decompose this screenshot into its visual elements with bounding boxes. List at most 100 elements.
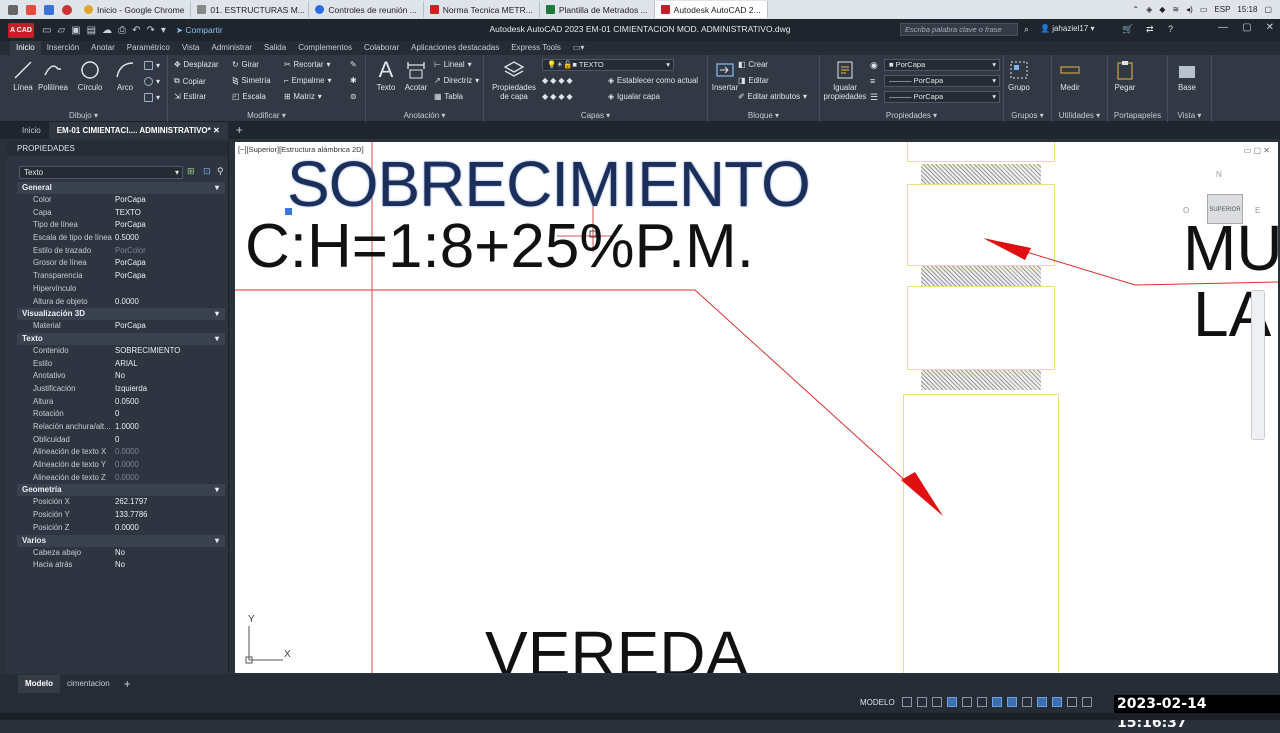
dropbox-icon[interactable]: ◆ [1159,5,1165,14]
volume-icon[interactable]: ◂) [1186,5,1193,14]
estirar-button[interactable]: ⇲ Estirar [174,92,206,101]
tab-vista[interactable]: Vista [176,41,206,55]
apple-icon[interactable] [8,4,18,15]
property-row[interactable]: Hipervínculo [17,283,225,296]
notifications-icon[interactable]: ▢ [1264,5,1272,14]
new-file-icon[interactable]: ▭ [42,25,51,36]
grupo-button[interactable]: Grupo [1006,59,1032,92]
tab-anotar[interactable]: Anotar [85,41,121,55]
panel-propiedades-title[interactable]: Propiedades ▾ [820,111,1003,120]
property-value[interactable]: PorCapa [115,320,225,333]
layer-dropdown[interactable]: 💡☀🔓■ TEXTO ▾ [542,59,674,71]
lineweight-status-icon[interactable] [1037,697,1047,707]
drawing-canvas[interactable]: [−][Superior][Estructura alámbrica 2D] ▭… [235,142,1278,673]
property-section-header[interactable]: Visualización 3D [17,308,225,321]
property-value[interactable]: 0.0000 [115,446,225,459]
cart-icon[interactable]: 🛒 [1122,24,1133,35]
cad-text-vereda[interactable]: VEREDA [485,622,748,673]
tab-complementos[interactable]: Complementos [292,41,358,55]
panel-vista-title[interactable]: Vista ▾ [1168,111,1211,120]
property-value[interactable]: 262.1797 [115,496,225,509]
property-value[interactable]: 0.0000 [115,459,225,472]
texto-button[interactable]: A Texto [372,57,400,92]
layer-tools-row2[interactable]: ◆ ◆ ◆ ◆ [542,92,572,101]
property-row[interactable]: Estilo de trazado PorColor [17,245,225,258]
doc-tab-inicio[interactable]: Inicio [14,122,49,139]
open-folder-icon[interactable]: ▱ [57,25,65,36]
tab-salida[interactable]: Salida [258,41,292,55]
color-wheel-icon[interactable]: ◉ [870,60,878,71]
property-row[interactable]: Tipo de línea PorCapa [17,219,225,232]
property-value[interactable]: Izquierda [115,383,225,396]
property-row[interactable]: Posición X 262.1797 [17,496,225,509]
crear-button[interactable]: ◧ Crear [738,60,768,69]
property-value[interactable]: 0.0500 [115,396,225,409]
property-row[interactable]: Posición Z 0.0000 [17,522,225,535]
wifi-icon[interactable]: ≋ [1172,5,1179,14]
property-row[interactable]: Alineación de texto X 0.0000 [17,446,225,459]
grid-icon[interactable] [902,697,912,707]
property-value[interactable]: PorCapa [115,270,225,283]
property-row[interactable]: Oblicuidad 0 [17,434,225,447]
property-value[interactable]: No [115,547,225,560]
escala-button[interactable]: ◰ Escala [232,92,266,101]
save-as-icon[interactable]: ▤ [87,25,96,36]
isodraft-icon[interactable] [962,697,972,707]
property-row[interactable]: Contenido SOBRECIMIENTO [17,345,225,358]
tab-express-tools[interactable]: Express Tools [505,41,567,55]
selection-cycling-icon[interactable] [1067,697,1077,707]
property-row[interactable]: Altura de objeto 0.0000 [17,296,225,309]
close-icon[interactable]: ✕ [1266,22,1274,33]
restore-icon[interactable]: ▢ [1242,22,1251,33]
arco-button[interactable]: Arco [110,59,140,92]
browser-tab-metrados[interactable]: Plantilla de Metrados ... [540,1,655,18]
desplazar-button[interactable]: ✥ Desplazar [174,60,219,69]
linetype-icon[interactable]: ≡ [870,76,875,86]
panel-dibujo-title[interactable]: Dibujo ▾ [0,111,167,120]
property-row[interactable]: Anotativo No [17,370,225,383]
property-value[interactable]: TEXTO [115,207,225,220]
shield-icon[interactable] [44,4,54,15]
empalme-button[interactable]: ⌐ Empalme ▾ [284,76,331,85]
property-row[interactable]: Estilo ARIAL [17,358,225,371]
toggle-pickadd-icon[interactable]: ⊞ [187,166,195,177]
insertar-button[interactable]: Insertar [710,59,740,92]
cloud-icon[interactable]: ☁ [102,25,112,36]
property-row[interactable]: Alineación de texto Y 0.0000 [17,459,225,472]
color-dropdown[interactable]: ■ PorCapa ▾ [884,59,1000,71]
property-value[interactable]: No [115,559,225,572]
property-section-header[interactable]: General [17,182,225,194]
girar-button[interactable]: ↻ Girar [232,60,259,69]
browser-tab-reunion[interactable]: Controles de reunión ... [309,1,424,18]
panel-modificar-title[interactable]: Modificar ▾ [168,111,365,120]
explode-button[interactable]: ✱ [350,76,357,85]
propiedades-capa-button[interactable]: Propiedades de capa [490,59,538,101]
polar-icon[interactable] [947,697,957,707]
undo-icon[interactable]: ↶ [132,25,140,36]
workspace-icon[interactable] [1022,697,1032,707]
model-space-toggle[interactable]: MODELO [860,698,895,707]
property-row[interactable]: Justificación Izquierda [17,383,225,396]
doc-tab-em01[interactable]: EM-01 CIMIENTACI.... ADMINISTRATIVO* ✕ [48,122,228,139]
tab-insercion[interactable]: Inserción [41,41,85,55]
table-tool[interactable]: ▾ [144,93,160,102]
recortar-button[interactable]: ✂ Recortar ▾ [284,60,330,69]
snap-icon[interactable] [917,697,927,707]
language-indicator[interactable]: ESP [1214,5,1230,14]
property-row[interactable]: Cabeza abajo No [17,547,225,560]
panel-capas-title[interactable]: Capas ▾ [484,111,707,120]
customize-icon[interactable] [1082,697,1092,707]
rectangle-tool[interactable]: ▾ [144,61,160,70]
property-value[interactable]: SOBRECIMIENTO [115,345,225,358]
cad-text-sobrecimiento[interactable]: SOBRECIMIENTO [287,152,811,216]
viewcube-east[interactable]: E [1255,206,1260,215]
network-icon[interactable]: ◈ [1146,5,1152,14]
erase-button[interactable]: ✎ [350,60,357,69]
property-row[interactable]: Altura 0.0500 [17,396,225,409]
property-section-header[interactable]: Varios [17,534,225,547]
establecer-button[interactable]: ◈ Establecer como actual [608,76,698,85]
print-icon[interactable]: ⎙ [118,25,126,36]
tab-parametrico[interactable]: Paramétrico [121,41,176,55]
viewcube[interactable]: SUPERIOR [1207,194,1243,224]
simetria-button[interactable]: ⧎ Simetría [232,76,271,85]
